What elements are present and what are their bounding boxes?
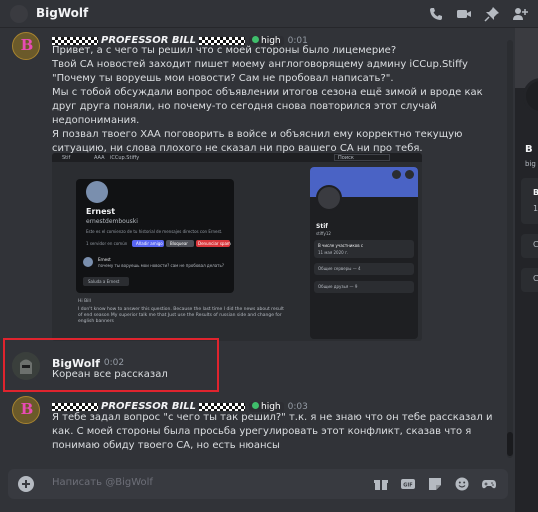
profile-user-fragment: big — [525, 160, 536, 168]
chat-scrollbar-thumb[interactable] — [507, 432, 513, 456]
chat-area[interactable]: B PROFESSOR BILL high 0:01 Привет, а с чег… — [0, 28, 515, 462]
profile-info-box — [521, 178, 538, 224]
mini-profile-user: stiffy12 — [316, 231, 331, 236]
pin-icon[interactable] — [484, 6, 500, 22]
avatar-letter-icon: B — [20, 400, 34, 418]
mini-msg-avatar — [83, 257, 93, 267]
profile-info-value-fragment: 1 — [533, 204, 538, 213]
mini-profile-action-icon — [392, 170, 401, 179]
message-line: Привет, а с чего ты решил что с моей сто… — [52, 45, 397, 56]
avatar-letter-icon: B — [20, 36, 34, 54]
channel-avatar[interactable] — [10, 5, 28, 23]
mini-block-label: Bloquear — [170, 241, 188, 246]
title-bar: BigWolf — [0, 0, 538, 28]
timestamp: 0:03 — [287, 401, 308, 412]
mini-top-tab: AAA — [94, 155, 105, 161]
message-text: Привет, а с чего ты решил что с моей сто… — [52, 44, 507, 156]
mini-mutual-servers: Общие серверы — 4 — [318, 266, 361, 271]
mini-report-label: Denunciar spam — [198, 241, 231, 246]
channel-title: BigWolf — [36, 6, 89, 20]
mini-dm-mutual: 1 servidor en común — [86, 241, 128, 246]
checker-decoration-icon — [52, 402, 98, 411]
mini-reply-2: I don't know how to answer this question… — [78, 307, 284, 324]
mini-member-label: В числе участников с — [318, 243, 364, 248]
message-line: Твой CA новостей заходит пишет моему анг… — [52, 59, 468, 84]
user-profile-panel: B big B 1 C C — [515, 28, 538, 512]
message-header: PROFESSOR BILL high 0:01 — [52, 30, 308, 46]
call-icon[interactable] — [428, 6, 444, 22]
add-friend-icon[interactable] — [512, 6, 528, 22]
svg-text:GIF: GIF — [403, 483, 412, 489]
message-line: Мы с тобой обсуждали вопрос объявлении и… — [52, 87, 483, 126]
user-avatar[interactable]: B — [12, 32, 40, 60]
mini-search-text: Поиск — [338, 155, 354, 161]
gif-icon[interactable]: GIF — [401, 477, 415, 491]
message-input[interactable]: Написать @BigWolf — [52, 477, 153, 488]
emoji-icon[interactable] — [455, 477, 469, 491]
mini-profile-more-icon — [405, 170, 414, 179]
activities-gamepad-icon[interactable] — [482, 477, 496, 491]
mini-member-date: 11 мая 2020 г. — [318, 250, 349, 255]
profile-info-label-fragment: B — [533, 188, 538, 197]
chat-scrollbar[interactable] — [507, 40, 513, 458]
mini-profile-avatar — [316, 185, 342, 211]
highlight-box — [3, 338, 219, 392]
mini-msg-author: Ernest — [98, 257, 111, 262]
sticker-icon[interactable] — [428, 477, 442, 491]
profile-mutual-servers-fragment: C — [533, 240, 538, 249]
video-call-icon[interactable] — [456, 6, 472, 22]
status-badge: high — [249, 401, 284, 412]
message-line: Я позвал твоего ХАА поговорить в войсе и… — [52, 129, 463, 154]
checker-decoration-icon — [199, 402, 246, 411]
mini-msg-text: почему ты воруешь мои новости? сам не пр… — [98, 263, 224, 268]
message-text: Я тебе задал вопрос "с чего ты так решил… — [52, 412, 493, 451]
mini-greet: Saluda a Ernest — [88, 279, 120, 284]
mini-dm-name: Ernest — [86, 207, 116, 216]
mini-top-name: Stif — [62, 155, 71, 161]
mini-add-label: Añadir amigo — [136, 241, 163, 246]
user-avatar[interactable]: B — [12, 396, 40, 424]
mini-top-channel: iCCup.Stiffy — [110, 155, 140, 161]
gift-icon[interactable] — [374, 477, 388, 491]
profile-mutual-friends-fragment: C — [533, 274, 538, 283]
mini-reply-1: Hi Bill — [78, 299, 91, 304]
mini-dm-avatar — [86, 181, 108, 203]
message-input-bar[interactable]: Написать @BigWolf GIF — [8, 469, 508, 499]
mini-dm-user: ernestdembouski — [86, 218, 138, 225]
mini-profile-name: Stif — [316, 223, 328, 230]
attached-screenshot[interactable]: Stif AAA iCCup.Stiffy Поиск Ernest ernes… — [52, 153, 422, 341]
profile-name-fragment: B — [525, 144, 533, 155]
message-header: PROFESSOR BILL high 0:03 — [52, 396, 308, 412]
mini-dm-desc: Este es el comienzo de tu historial de m… — [86, 229, 223, 234]
mini-mutual-friends: Общие друзья — 9 — [318, 284, 358, 289]
attach-plus-icon[interactable] — [18, 476, 34, 492]
